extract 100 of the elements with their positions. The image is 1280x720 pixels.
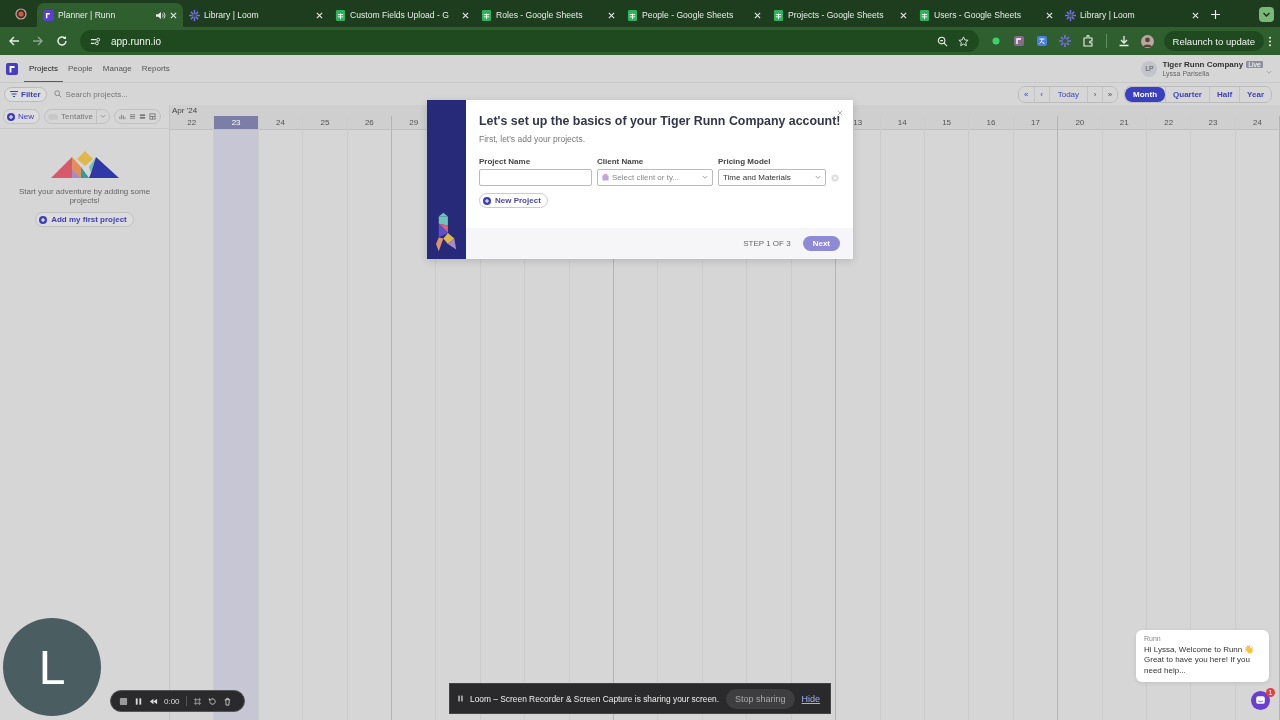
date-label: 22 [1164, 118, 1174, 127]
tab-title: Library | Loom [204, 10, 260, 20]
chat-launcher-icon[interactable] [1251, 691, 1270, 710]
tab-title: People - Google Sheets [642, 10, 735, 20]
chat-message: Hi Lyssa, Welcome to Runn 👋 Great to have you here! If you need help... [1144, 644, 1256, 676]
zoom-icon[interactable] [936, 35, 948, 47]
field-label: Project Name [479, 157, 532, 166]
nav-tab[interactable]: People [62, 55, 98, 82]
date-label: 26 [364, 118, 374, 127]
client-icon [602, 174, 609, 181]
stop-icon[interactable] [119, 696, 128, 706]
caret-icon [100, 114, 107, 119]
download-icon[interactable] [1117, 35, 1130, 47]
month-label: Apr '24 [172, 106, 198, 115]
loom-favicon-icon [1065, 9, 1076, 21]
browser-tab[interactable]: Planner | Runn [37, 3, 183, 27]
browser-tab[interactable]: Users - Google Sheets [913, 3, 1059, 27]
spreadsheet-favicon-icon [627, 9, 638, 21]
browser-tab[interactable]: Custom Fields Upload - G [329, 3, 475, 27]
date-label: 13 [853, 118, 863, 127]
grid-icon[interactable] [192, 696, 202, 706]
mountains-drawing [50, 151, 119, 179]
camera-bubble[interactable]: L [3, 618, 101, 716]
relaunch-button[interactable]: Relaunch to update [1163, 31, 1264, 51]
date-label: 24 [1253, 118, 1262, 127]
translate-icon[interactable] [1035, 35, 1048, 47]
record-icon[interactable] [15, 8, 27, 20]
more-icon[interactable] [1268, 35, 1272, 47]
nav-tab[interactable]: Manage [97, 55, 137, 82]
list-icon[interactable] [129, 113, 137, 120]
date-label: 15 [942, 118, 952, 127]
date-label: 17 [1030, 118, 1040, 127]
view-tab[interactable]: Year [1239, 86, 1271, 102]
url-text: app.runn.io [111, 35, 162, 47]
plus-icon [39, 215, 48, 224]
date-label: 14 [897, 118, 907, 127]
spreadsheet-favicon-icon [919, 9, 930, 21]
tab-search-icon[interactable] [1259, 7, 1274, 22]
dialog-title: Let's set up the basics of your Tiger Runn Company account! [479, 114, 842, 128]
view-tab[interactable]: Month [1125, 86, 1166, 102]
plus-icon [7, 112, 15, 121]
browser-tab[interactable]: Projects - Google Sheets [767, 3, 913, 27]
date-label: 20 [1075, 118, 1085, 127]
nav-tab[interactable]: Projects [24, 55, 63, 82]
tab-title: Library | Loom [1080, 10, 1136, 20]
browser-tab[interactable]: Library | Loom [183, 3, 329, 27]
search-field[interactable]: Search projects... [65, 89, 166, 99]
speaker-icon[interactable] [155, 10, 166, 20]
caret-icon [815, 175, 821, 180]
site-settings-icon[interactable] [90, 35, 101, 47]
stop-sharing-button[interactable]: Stop sharing [726, 688, 795, 709]
profile-avatar-icon[interactable] [1140, 34, 1154, 48]
new-button[interactable]: New [3, 109, 40, 124]
sharing-message: Loom – Screen Recorder & Screen Capture is sharing your screen. [470, 693, 720, 704]
browser-tab[interactable]: Library | Loom [1059, 3, 1205, 27]
filter-icon [10, 91, 18, 97]
select-field[interactable]: Time and Materials [718, 169, 826, 186]
date-label: 29 [409, 118, 419, 127]
plus-icon [483, 196, 491, 205]
rocket-drawing [435, 212, 458, 252]
caret-icon [702, 175, 708, 180]
field-label: Client Name [597, 157, 645, 166]
loom-favicon-icon [189, 9, 200, 21]
runn-logo-icon[interactable] [6, 62, 18, 75]
step-indicator: STEP 1 OF 3 [743, 239, 791, 248]
date-label: 24 [276, 118, 285, 127]
tab-title: Roles - Google Sheets [496, 10, 584, 20]
reload-icon[interactable] [56, 35, 68, 47]
restart-icon[interactable] [207, 696, 217, 706]
hide-link[interactable]: Hide [801, 693, 821, 704]
pause-icon[interactable] [458, 695, 463, 702]
company-name: Tiger Runn Company [1162, 60, 1244, 69]
project-name-field[interactable] [479, 169, 592, 186]
table-icon[interactable] [149, 113, 157, 120]
trash-icon[interactable] [222, 696, 232, 706]
back-icon[interactable] [8, 35, 20, 47]
rows-icon[interactable] [139, 113, 147, 120]
nav-tab[interactable]: Reports [136, 55, 175, 82]
extension-icon[interactable] [1012, 35, 1025, 47]
bookmark-star-icon[interactable] [957, 35, 969, 47]
puzzle-icon[interactable] [1081, 35, 1094, 47]
search-icon [53, 90, 62, 98]
date-label: 22 [187, 118, 197, 127]
tab-title: Projects - Google Sheets [788, 10, 885, 20]
date-nav-button[interactable]: » [1102, 86, 1118, 102]
forward-icon[interactable] [32, 35, 44, 47]
empty-state-message: Start your adventure by adding some projects! [17, 187, 152, 205]
add-first-project-button[interactable]: Add my first project [35, 212, 134, 227]
pause-icon[interactable] [134, 696, 143, 706]
date-label: 23 [1208, 118, 1218, 127]
browser-tab[interactable]: People - Google Sheets [621, 3, 767, 27]
address-bar[interactable]: app.runn.io [80, 30, 979, 52]
spreadsheet-favicon-icon [481, 9, 492, 21]
rewind-icon[interactable] [149, 696, 158, 706]
select-field[interactable]: Select client or ty... [597, 169, 713, 186]
date-label: 21 [1119, 118, 1129, 127]
new-tab-icon[interactable] [1211, 10, 1220, 19]
new-project-button[interactable]: New Project [479, 193, 548, 208]
browser-tab[interactable]: Roles - Google Sheets [475, 3, 621, 27]
filter-button[interactable]: Filter [4, 86, 47, 102]
